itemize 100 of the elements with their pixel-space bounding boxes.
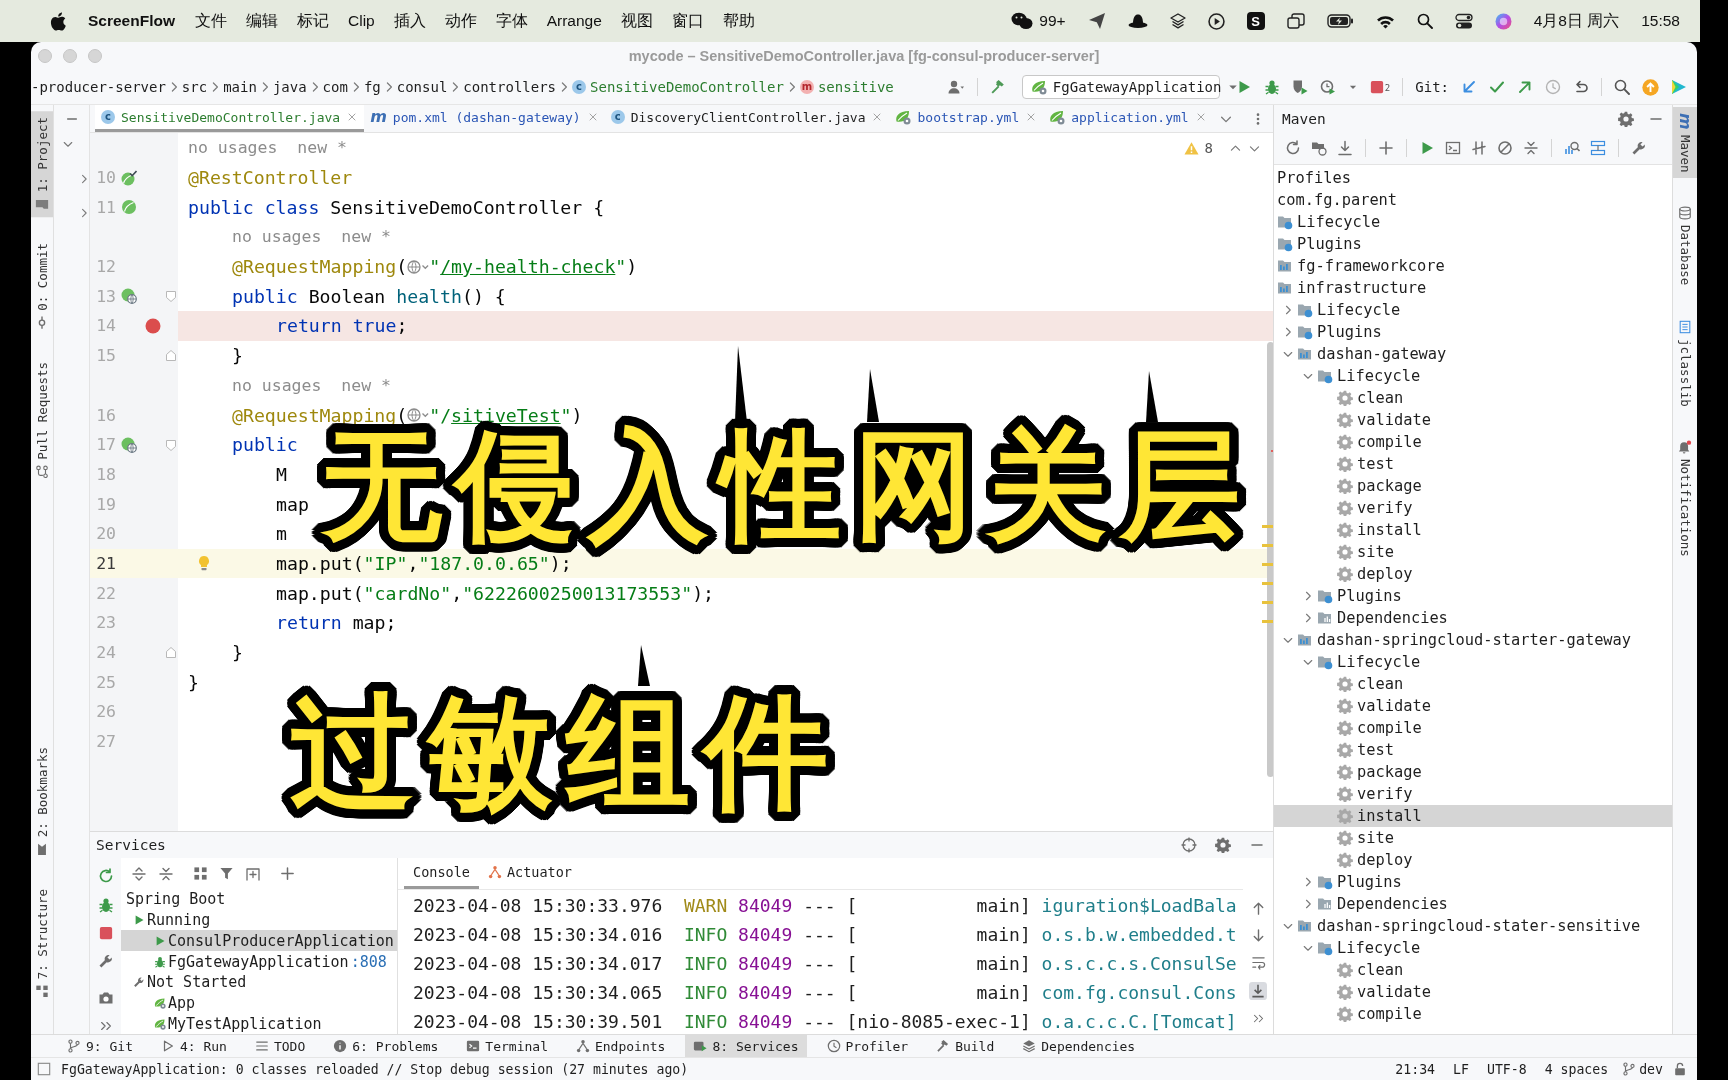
crosshair-icon[interactable] <box>1181 837 1197 853</box>
expand-all-icon[interactable] <box>131 865 147 882</box>
tree-item[interactable]: Spring Boot <box>121 889 397 910</box>
tree-item[interactable]: validate <box>1274 409 1672 431</box>
tool-window-button[interactable]: 1: Project <box>31 111 53 218</box>
new-tab-icon[interactable] <box>245 865 261 882</box>
editor-tab[interactable]: bootstrap.yml <box>889 105 1044 132</box>
tree-item[interactable]: clean <box>1274 387 1672 409</box>
chevron-right-icon[interactable] <box>80 174 88 184</box>
collapse-icon[interactable] <box>1523 140 1539 156</box>
tree-item[interactable]: package <box>1274 761 1672 783</box>
console-tab[interactable]: Actuator <box>478 858 581 889</box>
person-dropdown-icon[interactable] <box>946 79 965 95</box>
tree-item[interactable]: compile <box>1274 1003 1672 1025</box>
scroll-to-end-icon[interactable] <box>1249 982 1267 1000</box>
tree-item[interactable]: infrastructure <box>1274 277 1672 299</box>
breadcrumb-item[interactable]: controllers <box>463 79 557 95</box>
wrench-icon[interactable] <box>1631 140 1647 156</box>
menu-item[interactable]: Arrange <box>546 12 602 30</box>
menu-item[interactable]: 窗口 <box>671 10 704 32</box>
menu-item[interactable]: 动作 <box>444 10 477 32</box>
tree-item[interactable]: Dependencies <box>1274 893 1672 915</box>
chat-bubbles-icon[interactable] <box>1011 12 1034 30</box>
lock-icon[interactable] <box>1673 1062 1687 1076</box>
tree-item[interactable]: Plugins <box>1274 585 1672 607</box>
status-message[interactable]: FgGatewayApplication: 0 classes reloaded // Stop debug session (27 minutes ago) <box>61 1061 1382 1077</box>
settings-icon[interactable] <box>1618 110 1634 127</box>
toggle-switches-icon[interactable] <box>1454 12 1473 30</box>
menu-item[interactable]: 字体 <box>495 10 528 32</box>
chevron-right-icon[interactable] <box>80 208 88 218</box>
tool-window-button[interactable]: Endpoints <box>567 1035 674 1057</box>
tool-window-button[interactable]: Terminal <box>458 1035 556 1057</box>
warning-count[interactable]: 8 <box>1204 140 1213 156</box>
leaf-globe-icon[interactable] <box>121 436 137 453</box>
camera-icon[interactable] <box>97 990 114 1006</box>
tree-item[interactable]: site <box>1274 827 1672 849</box>
hammer-icon[interactable] <box>989 79 1006 95</box>
double-chevron-icon[interactable] <box>1251 1012 1265 1025</box>
tree-item[interactable]: Plugins <box>1274 321 1672 343</box>
scrollbar-thumb[interactable] <box>1267 342 1273 777</box>
search-icon[interactable] <box>1416 13 1433 29</box>
refresh-icon[interactable] <box>1285 140 1301 156</box>
breadcrumb-item[interactable]: java <box>272 79 307 95</box>
apple-logo-icon[interactable] <box>50 11 66 31</box>
menu-date[interactable]: 4月8日 周六 <box>1533 10 1620 32</box>
editor-tab[interactable]: m pom.xml (dashan-gateway) <box>364 105 605 132</box>
bowler-hat-icon[interactable] <box>1127 13 1148 29</box>
fold-marker-icon[interactable] <box>165 646 177 659</box>
file-encoding[interactable]: UTF-8 <box>1482 1061 1531 1077</box>
download-icon[interactable] <box>1337 140 1353 156</box>
breadcrumb-item[interactable]: main <box>223 79 257 95</box>
tool-window-button[interactable]: 2: Bookmarks <box>31 741 53 863</box>
filter-icon[interactable] <box>219 866 234 881</box>
spring-bean-icon[interactable] <box>121 199 137 216</box>
breadcrumb-item[interactable]: -producer-server <box>31 79 166 95</box>
tree-item[interactable]: ConsulProducerApplication <box>121 930 397 952</box>
tree-item[interactable]: MyTestApplication <box>121 1013 397 1034</box>
triangle-logo-icon[interactable] <box>1671 79 1687 95</box>
arrow-up-right-icon[interactable] <box>1517 79 1533 95</box>
soft-wrap-icon[interactable] <box>1250 955 1266 970</box>
tree-item[interactable]: Plugins <box>1274 233 1672 255</box>
tree-item[interactable]: deploy <box>1274 849 1672 871</box>
tree-item[interactable]: dashan-springcloud-starter-gateway <box>1274 629 1672 651</box>
globe-icon[interactable] <box>407 407 430 424</box>
indent-setting[interactable]: 4 spaces <box>1540 1061 1613 1077</box>
paper-plane-icon[interactable] <box>1087 12 1106 30</box>
gradient-orb-icon[interactable] <box>1494 12 1512 30</box>
fold-marker-icon[interactable] <box>165 290 177 303</box>
tree-item[interactable]: clean <box>1274 959 1672 981</box>
tool-window-button[interactable]: 8: Services <box>685 1035 807 1057</box>
tree-item[interactable]: compile <box>1274 717 1672 739</box>
tree-item[interactable]: Plugins <box>1274 871 1672 893</box>
tree-item[interactable]: test <box>1274 453 1672 475</box>
undo-icon[interactable] <box>1573 79 1589 95</box>
tool-window-button[interactable]: TODO <box>246 1035 314 1057</box>
tree-item[interactable]: dashan-gateway <box>1274 343 1672 365</box>
stop-icon[interactable] <box>98 926 113 940</box>
tool-window-button[interactable]: 6: Problems <box>325 1035 447 1057</box>
menu-item[interactable]: 编辑 <box>246 10 278 32</box>
bug-icon[interactable] <box>1263 79 1280 95</box>
tool-window-button[interactable]: Profiler <box>818 1035 917 1057</box>
tool-window-button[interactable]: Pull Requests <box>31 356 53 485</box>
tree-item[interactable]: FgGatewayApplication:808 <box>121 951 397 972</box>
tree-item[interactable]: site <box>1274 541 1672 563</box>
breadcrumb-item[interactable]: consul <box>396 79 448 95</box>
plus-icon[interactable] <box>1378 140 1394 156</box>
app-menu[interactable]: ScreenFlow <box>88 12 175 30</box>
cancel-icon[interactable] <box>1497 140 1513 156</box>
bug-icon[interactable] <box>97 897 114 913</box>
wrench-icon[interactable] <box>97 953 114 969</box>
menu-item[interactable]: 文件 <box>195 10 227 32</box>
caret-position[interactable]: 21:34 <box>1391 1061 1440 1077</box>
square-icon[interactable] <box>37 1062 51 1076</box>
grid-icon[interactable] <box>193 866 208 881</box>
tree-item[interactable]: Lifecycle <box>1274 651 1672 673</box>
clock-play-icon[interactable] <box>1319 79 1336 95</box>
check-icon[interactable] <box>1489 79 1505 95</box>
arrow-up-circle-icon[interactable] <box>1642 78 1659 96</box>
leaf-globe-icon[interactable] <box>121 288 137 305</box>
line-separator[interactable]: LF <box>1449 1061 1473 1077</box>
